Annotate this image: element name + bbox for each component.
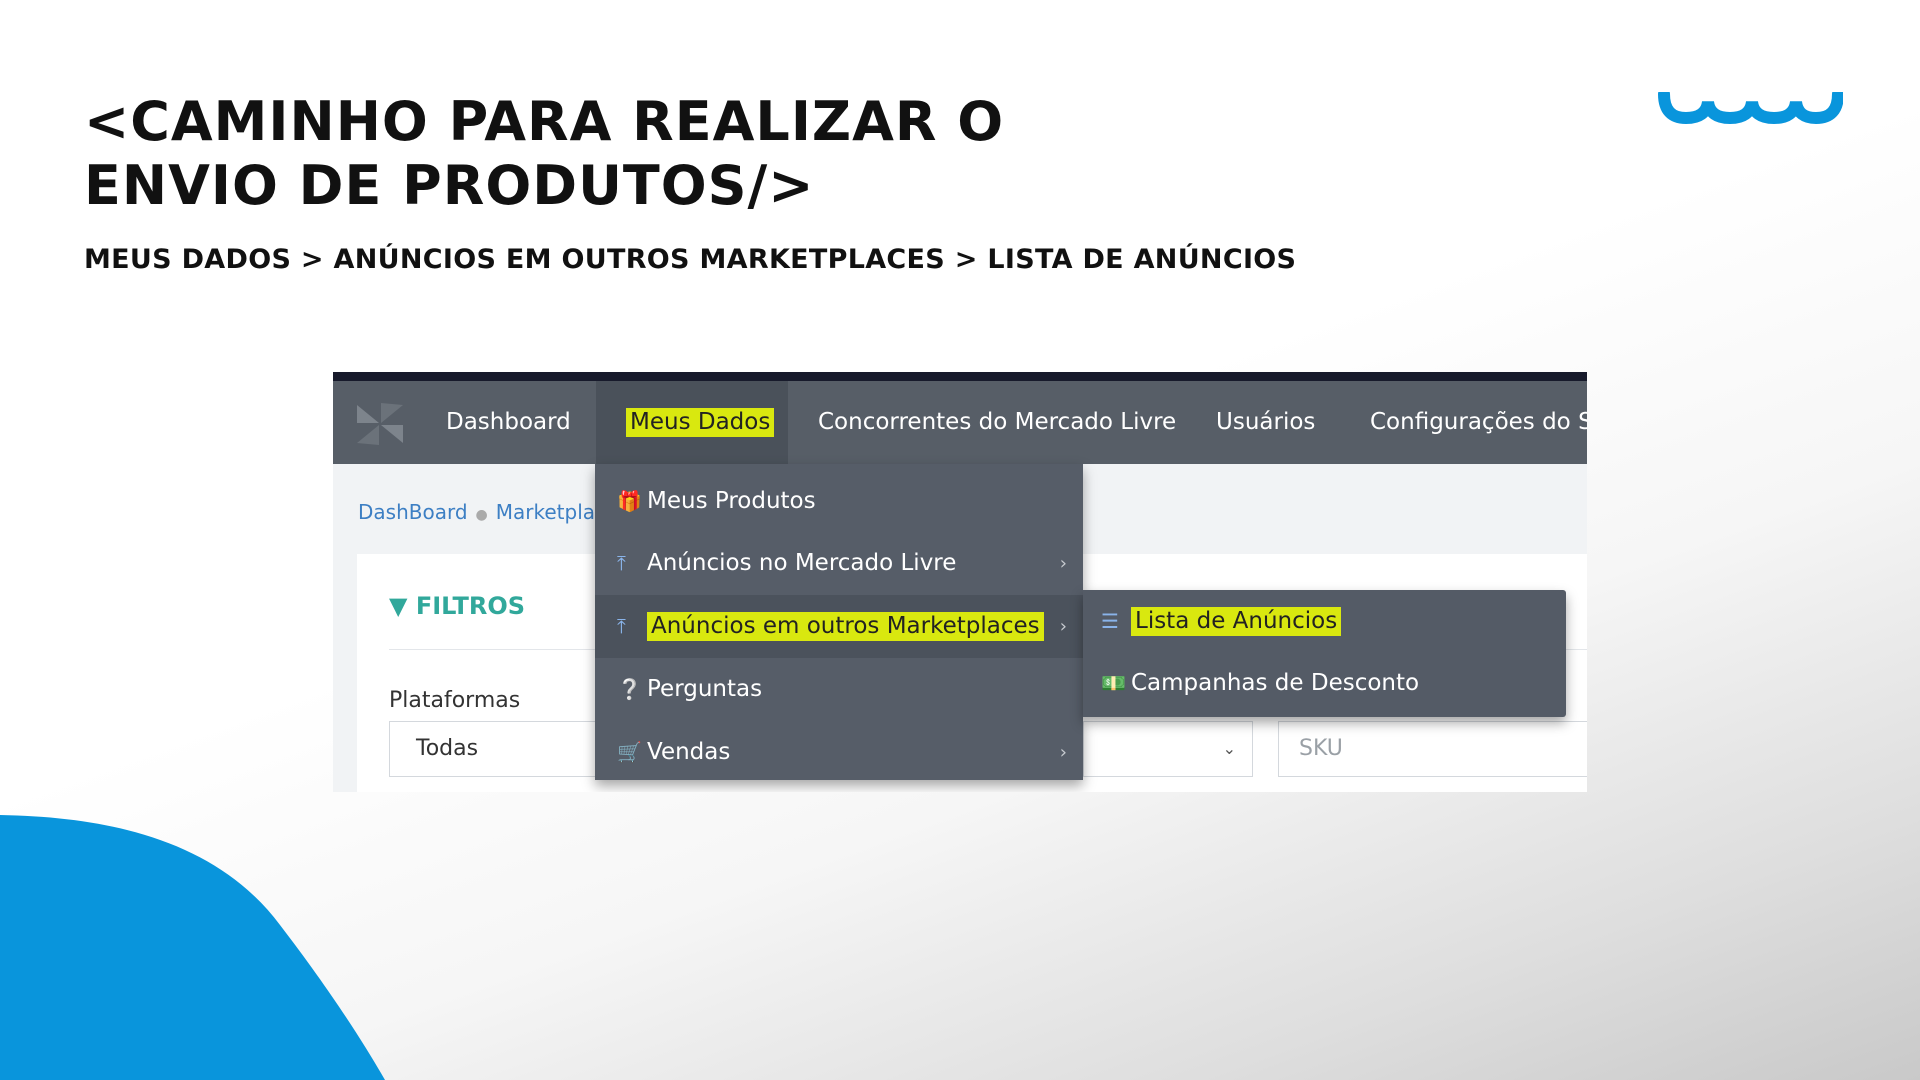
filter-icon: ▼ <box>389 592 408 620</box>
menu-item-vendas[interactable]: 🛒 Vendas › <box>595 721 1083 784</box>
breadcrumb: DashBoard ● Marketpla <box>358 500 595 524</box>
menu-item-meus-produtos[interactable]: 🎁 Meus Produtos <box>595 470 1083 533</box>
marketplaces-submenu: ☰ Lista de Anúncios 💵 Campanhas de Descont… <box>1083 590 1566 717</box>
nav-concorrentes[interactable]: Concorrentes do Mercado Livre <box>818 381 1176 464</box>
money-icon: 💵 <box>1101 671 1126 695</box>
chevron-right-icon: › <box>1059 553 1067 574</box>
sku-placeholder: SKU <box>1299 736 1343 761</box>
breadcrumb-separator: ● <box>475 507 488 523</box>
app-screenshot: Dashboard Meus Dados Concorrentes do Mer… <box>333 372 1587 792</box>
decorative-blob <box>0 815 385 1080</box>
meus-dados-dropdown: 🎁 Meus Produtos ⤒ Anúncios no Mercado Livr… <box>595 464 1083 780</box>
slide-title: <CAMINHO PARA REALIZAR O ENVIO DE PRODUT… <box>84 90 1004 218</box>
filters-title: ▼ FILTROS <box>389 592 526 620</box>
breadcrumb-dashboard[interactable]: DashBoard <box>358 500 468 524</box>
submenu-item-campanhas-desconto[interactable]: 💵 Campanhas de Desconto <box>1083 652 1566 715</box>
chevron-right-icon: › <box>1059 742 1067 763</box>
platforms-label: Plataformas <box>389 688 521 713</box>
pinwheel-logo-icon[interactable] <box>355 401 405 447</box>
nav-configuracoes[interactable]: Configurações do Si <box>1370 381 1587 464</box>
platforms-select-value: Todas <box>416 736 479 761</box>
menu-item-anuncios-mercado-livre[interactable]: ⤒ Anúncios no Mercado Livre › <box>595 532 1083 595</box>
list-icon: ☰ <box>1101 609 1119 633</box>
gift-icon: 🎁 <box>617 489 642 513</box>
slide-subtitle: MEUS DADOS > ANÚNCIOS EM OUTROS MARKETPL… <box>84 244 1297 275</box>
secondary-select[interactable]: ⌄ <box>1083 721 1253 777</box>
nav-dashboard[interactable]: Dashboard <box>446 381 571 464</box>
top-accent-bar <box>333 372 1587 381</box>
nav-meus-dados[interactable]: Meus Dados <box>596 381 788 464</box>
nav-meus-dados-label: Meus Dados <box>626 408 775 437</box>
breadcrumb-marketplace[interactable]: Marketpla <box>496 500 595 524</box>
menu-item-perguntas[interactable]: ❔ Perguntas <box>595 658 1083 721</box>
cart-icon: 🛒 <box>617 740 642 764</box>
upload-icon: ⤒ <box>617 551 626 575</box>
upload-icon: ⤒ <box>617 614 626 638</box>
chevron-down-icon: ⌄ <box>1222 739 1236 758</box>
navbar: Dashboard Meus Dados Concorrentes do Mer… <box>333 381 1587 464</box>
question-circle-icon: ❔ <box>617 677 642 701</box>
nav-usuarios[interactable]: Usuários <box>1216 381 1315 464</box>
menu-item-anuncios-outros-marketplaces[interactable]: ⤒ Anúncios em outros Marketplaces › <box>595 595 1083 658</box>
submenu-item-lista-anuncios[interactable]: ☰ Lista de Anúncios <box>1083 590 1566 653</box>
chevron-right-icon: › <box>1059 616 1067 637</box>
wave-logo-icon <box>1658 92 1843 124</box>
sku-input[interactable]: SKU <box>1278 721 1587 777</box>
slide-title-line-1: <CAMINHO PARA REALIZAR O <box>84 90 1005 153</box>
slide-title-line-2: ENVIO DE PRODUTOS/> <box>84 154 815 217</box>
